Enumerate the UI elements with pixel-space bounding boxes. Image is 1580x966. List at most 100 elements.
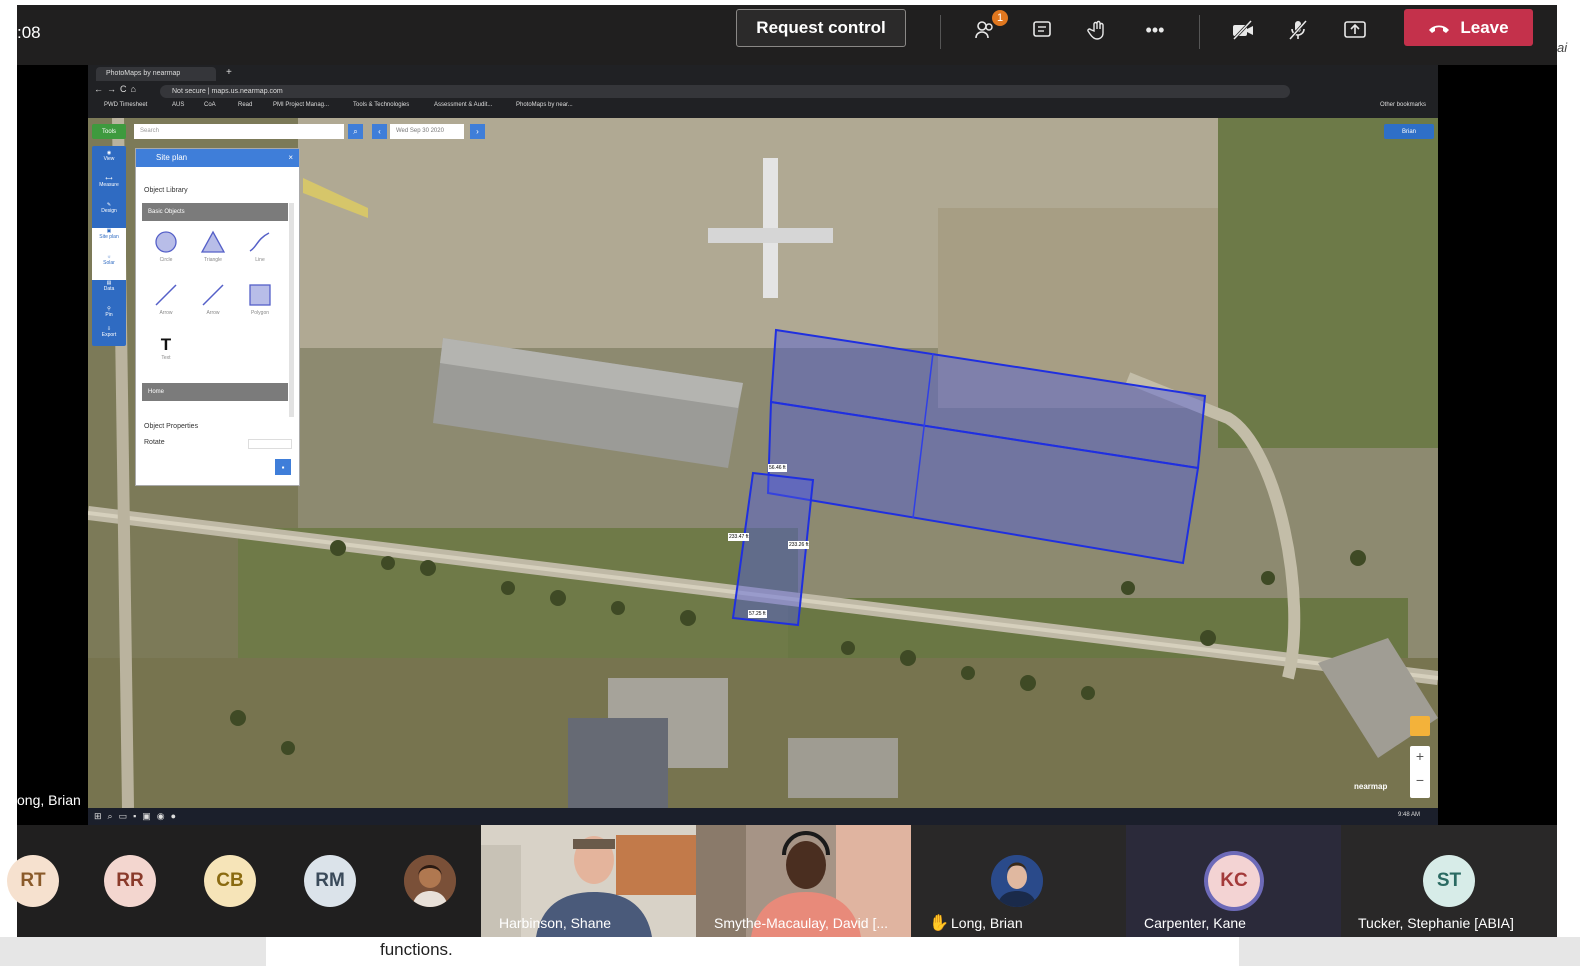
object-label: Line <box>255 257 265 263</box>
prev-date-icon[interactable]: ‹ <box>372 124 387 139</box>
arrow-icon <box>202 284 224 306</box>
nav-label: Solar <box>103 260 115 266</box>
participant-tile[interactable]: KC Carpenter, Kane <box>1126 825 1341 937</box>
bookmark-item[interactable]: PhotoMaps by near... <box>516 102 573 108</box>
object-line[interactable]: Line <box>240 229 280 269</box>
circle-icon <box>155 231 177 253</box>
object-triangle[interactable]: Triangle <box>193 229 233 269</box>
nav-design[interactable]: ✎ Design <box>92 202 126 228</box>
nav-label: Export <box>101 332 117 338</box>
nav-measure[interactable]: ⟷ Measure <box>92 176 126 202</box>
participant-tile[interactable]: ✋ Long, Brian <box>911 825 1126 937</box>
arrow-icon <box>155 284 177 306</box>
nav-label: Data <box>103 286 115 292</box>
user-menu[interactable]: Brian <box>1384 124 1434 139</box>
request-control-button[interactable]: Request control <box>736 9 906 47</box>
nav-export[interactable]: ⇩ Export <box>92 326 126 352</box>
nav-view[interactable]: ◉ View <box>92 150 126 176</box>
bookmark-item[interactable]: AUS <box>172 102 184 108</box>
toolbar-divider <box>940 15 941 49</box>
map-search-input[interactable]: Search <box>134 124 344 139</box>
nav-buttons-icon[interactable]: ←→C⌂ <box>94 84 140 94</box>
zoom-control: + − <box>1410 746 1430 798</box>
new-tab-icon[interactable]: + <box>226 67 232 78</box>
measurement-label: 56.46 ft <box>768 464 787 472</box>
participant-avatar[interactable]: RR <box>104 855 156 907</box>
object-label: Circle <box>159 257 173 263</box>
object-circle[interactable]: Circle <box>146 229 186 269</box>
satellite-map[interactable]: 56.46 ft 233.47 ft 233.26 ft 57.25 ft To… <box>88 118 1438 808</box>
participant-avatar[interactable]: RT <box>7 855 59 907</box>
person-icon <box>404 855 456 907</box>
person-icon <box>991 855 1043 907</box>
nav-data[interactable]: ▤ Data <box>92 280 126 306</box>
rotate-label: Rotate <box>144 439 165 446</box>
basic-objects-header: Basic Objects <box>142 203 288 221</box>
street-view-icon[interactable] <box>1410 716 1430 736</box>
other-bookmarks[interactable]: Other bookmarks <box>1380 102 1426 108</box>
address-bar[interactable]: Not secure | maps.us.nearmap.com <box>160 85 1290 98</box>
bookmark-item[interactable]: PMI Project Manag... <box>273 102 329 108</box>
presenter-name: ong, Brian <box>17 792 81 808</box>
leave-button[interactable]: Leave <box>1404 9 1533 46</box>
object-label: Triangle <box>204 257 222 263</box>
share-tray-icon[interactable] <box>1342 17 1368 43</box>
close-icon[interactable]: × <box>288 149 293 167</box>
leave-label: Leave <box>1460 17 1509 37</box>
toolbar-divider <box>1199 15 1200 49</box>
video-tile[interactable]: Smythe-Macaulay, David [... <box>696 825 911 937</box>
save-icon[interactable]: ▪ <box>275 459 291 475</box>
participant-tile[interactable]: ST Tucker, Stephanie [ABIA] <box>1341 825 1557 937</box>
site-plan-panel: Site plan × Object Library Basic Objects… <box>135 148 300 486</box>
nav-label: Site plan <box>99 234 119 240</box>
zoom-out-icon[interactable]: − <box>1410 772 1430 788</box>
taskbar-clock: 9:48 AM <box>1398 812 1421 818</box>
object-polygon[interactable]: Polygon <box>240 282 280 322</box>
object-label: Text <box>161 355 171 361</box>
nearmap-logo: nearmap <box>1354 782 1388 791</box>
text-icon: T <box>160 335 172 354</box>
next-date-icon[interactable]: › <box>470 124 485 139</box>
tools-button[interactable]: Tools <box>92 124 126 139</box>
bookmark-item[interactable]: PWD Timesheet <box>104 102 147 108</box>
bookmark-item[interactable]: Tools & Technologies <box>353 102 409 108</box>
object-arrow-2[interactable]: Arrow <box>193 282 233 322</box>
rotate-input[interactable] <box>248 439 292 449</box>
chat-icon[interactable] <box>1029 17 1055 43</box>
participant-avatar[interactable]: RM <box>304 855 356 907</box>
object-label: Polygon <box>250 310 270 316</box>
participant-photo-avatar[interactable] <box>404 855 456 907</box>
nav-solar[interactable]: ☼ Solar <box>92 254 126 280</box>
panel-title: Site plan <box>156 153 188 162</box>
date-selector[interactable]: Wed Sep 30 2020 <box>390 124 464 139</box>
mic-off-icon[interactable] <box>1285 17 1311 43</box>
browser-chrome: PhotoMaps by nearmap + ←→C⌂ Not secure |… <box>88 65 1438 118</box>
raise-hand-icon[interactable] <box>1085 17 1111 43</box>
browser-tab[interactable]: PhotoMaps by nearmap <box>96 67 216 81</box>
video-tile[interactable]: Harbinson, Shane <box>481 825 696 937</box>
participant-name: Harbinson, Shane <box>499 915 612 931</box>
line-icon <box>249 232 270 252</box>
bookmark-item[interactable]: Assessment & Audit... <box>434 102 492 108</box>
search-icon[interactable]: ⌕ <box>348 124 363 139</box>
meeting-toolbar: :08 Request control 1 ••• Leave <box>17 5 1557 65</box>
participant-avatar[interactable]: CB <box>204 855 256 907</box>
background-window-text: ai <box>1557 40 1568 55</box>
taskbar-apps-icon[interactable]: ⊞⌕▭▪▣◉● <box>94 811 182 822</box>
zoom-in-icon[interactable]: + <box>1410 748 1430 764</box>
panel-scrollbar[interactable] <box>289 203 294 417</box>
bookmark-item[interactable]: Read <box>238 102 252 108</box>
more-icon[interactable]: ••• <box>1142 17 1168 43</box>
participant-name: Carpenter, Kane <box>1144 915 1246 931</box>
map-side-nav: ◉ View ⟷ Measure ✎ Design ▣ Site plan ☼ Solar… <box>92 146 126 346</box>
measurement-label: 57.25 ft <box>748 610 767 618</box>
nav-site-plan[interactable]: ▣ Site plan <box>92 228 126 254</box>
participant-photo-avatar <box>991 855 1043 907</box>
bookmark-item[interactable]: CoA <box>204 102 216 108</box>
nav-label: Measure <box>99 182 119 188</box>
participant-avatar: ST <box>1423 855 1475 907</box>
object-text[interactable]: T Text <box>146 335 186 375</box>
camera-off-icon[interactable] <box>1230 17 1256 43</box>
object-arrow[interactable]: Arrow <box>146 282 186 322</box>
participant-name: Smythe-Macaulay, David [... <box>714 915 889 931</box>
